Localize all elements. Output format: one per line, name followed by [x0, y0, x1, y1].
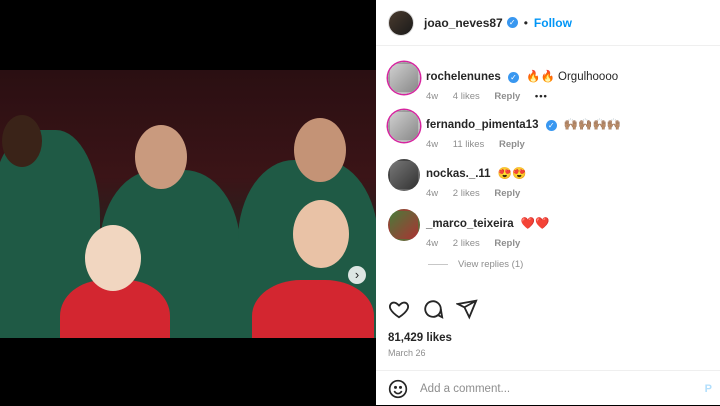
reply-button[interactable]: Reply	[499, 139, 525, 150]
reply-button[interactable]: Reply	[494, 238, 520, 249]
verified-icon: ✓	[506, 17, 518, 28]
verified-icon: ✓	[545, 120, 557, 131]
comment-text: 😍😍	[497, 168, 527, 180]
comment-username[interactable]: rochelenunes	[426, 71, 501, 83]
verified-icon: ✓	[507, 72, 519, 83]
comment-text: 🔥🔥 Orgulhoooo	[526, 71, 619, 83]
comment-icon[interactable]	[422, 298, 444, 320]
follow-button[interactable]: Follow	[534, 16, 572, 30]
comment-age: 4w	[426, 238, 439, 249]
avatar[interactable]	[388, 159, 420, 191]
share-icon[interactable]	[456, 298, 478, 320]
comment-age: 4w	[426, 91, 439, 102]
likes-count[interactable]: 81,429 likes	[388, 332, 452, 344]
avatar[interactable]	[388, 62, 420, 94]
post-header: joao_neves87 ✓ • Follow	[376, 0, 720, 46]
separator-dot: •	[523, 15, 528, 30]
comment-username[interactable]: _marco_teixeira	[426, 218, 514, 230]
post-date: March 26	[388, 348, 426, 358]
heart-icon[interactable]	[388, 298, 410, 320]
comment-text: ❤️❤️	[520, 218, 550, 230]
add-comment-bar: P	[376, 370, 720, 406]
comment-text: 🙌🏽🙌🏽🙌🏽🙌🏽	[563, 119, 622, 131]
avatar[interactable]	[388, 209, 420, 241]
divider	[428, 264, 448, 265]
next-arrow-icon[interactable]: ›	[348, 266, 366, 284]
post-button[interactable]: P	[705, 383, 712, 395]
comment-age: 4w	[426, 139, 439, 150]
comment-likes[interactable]: 2 likes	[453, 238, 480, 249]
post-sidebar: joao_neves87 ✓ • Follow rochelenunes ✓ 🔥…	[376, 0, 720, 405]
comment-likes[interactable]: 11 likes	[453, 139, 485, 150]
emoji-icon[interactable]	[388, 379, 408, 399]
comment-username[interactable]: nockas._.11	[426, 168, 491, 180]
comment-age: 4w	[426, 188, 439, 199]
post-media: ›	[0, 0, 376, 405]
comment-username[interactable]: fernando_pimenta13	[426, 119, 538, 131]
reply-button[interactable]: Reply	[494, 188, 520, 199]
comment-likes[interactable]: 4 likes	[453, 91, 480, 102]
post-photo: ›	[0, 70, 376, 338]
avatar[interactable]	[388, 110, 420, 142]
comment-likes[interactable]: 2 likes	[453, 188, 480, 199]
author-username[interactable]: joao_neves87	[424, 16, 503, 30]
action-bar	[388, 298, 478, 320]
more-options-icon[interactable]: •••	[535, 91, 548, 102]
view-replies-button[interactable]: View replies (1)	[428, 259, 523, 270]
author-avatar[interactable]	[388, 9, 414, 36]
view-replies-label: View replies (1)	[458, 259, 524, 270]
comment-input[interactable]	[418, 381, 682, 396]
reply-button[interactable]: Reply	[494, 91, 520, 102]
